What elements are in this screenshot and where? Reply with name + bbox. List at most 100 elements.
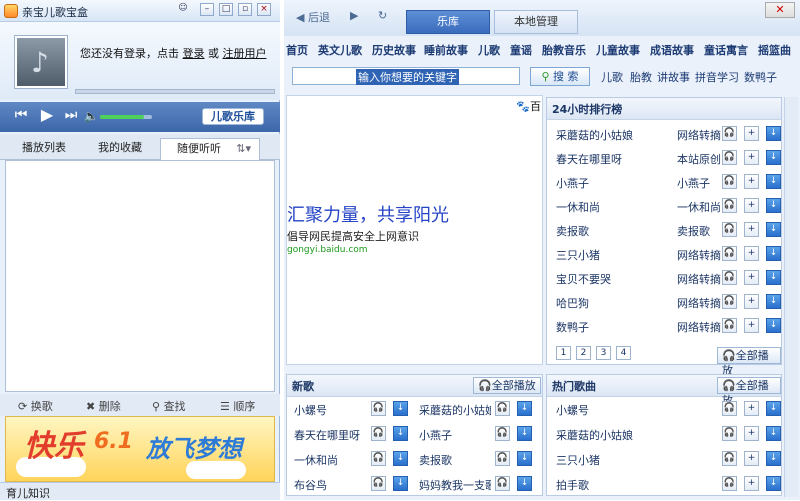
quick-link[interactable]: 讲故事 (657, 69, 690, 85)
download-icon[interactable]: ↓ (393, 426, 408, 441)
page-button[interactable]: 3 (596, 346, 611, 360)
listen-icon[interactable]: 🎧 (371, 476, 386, 491)
song-title[interactable]: 小螺号 (556, 402, 589, 418)
download-icon[interactable]: ↓ (766, 318, 781, 333)
quick-link[interactable]: 胎教 (630, 69, 652, 85)
category-item[interactable]: 儿童故事 (596, 42, 640, 58)
register-link[interactable]: 注册用户 (223, 47, 267, 60)
song-title[interactable]: 采蘑菇的小姑娘 (419, 402, 491, 418)
add-icon[interactable]: + (744, 426, 759, 441)
download-icon[interactable]: ↓ (393, 451, 408, 466)
maximize-button[interactable]: □ (219, 3, 233, 16)
listen-icon[interactable]: 🎧 (495, 451, 510, 466)
song-title[interactable]: 卖报歌 (419, 452, 491, 468)
minimize-button[interactable]: – (200, 3, 214, 16)
close-icon[interactable]: × (257, 3, 271, 16)
listen-icon[interactable]: 🎧 (722, 222, 737, 237)
song-title[interactable]: 三只小猪 (556, 452, 600, 468)
add-icon[interactable]: + (744, 246, 759, 261)
quick-link[interactable]: 拼音学习 (695, 69, 739, 85)
listen-icon[interactable]: 🎧 (722, 270, 737, 285)
download-icon[interactable]: ↓ (766, 246, 781, 261)
listen-icon[interactable]: 🎧 (722, 426, 737, 441)
forward-icon[interactable]: ▶ (350, 9, 358, 22)
tab-random[interactable]: 随便听听 ⇅▾ (160, 138, 260, 160)
song-title[interactable]: 哈巴狗 (556, 295, 589, 311)
tab-local-manage[interactable]: 本地管理 (494, 10, 578, 34)
volume-slider[interactable] (100, 115, 152, 119)
quick-link[interactable]: 数鸭子 (744, 69, 777, 85)
back-button[interactable]: ◀ 后退 (296, 9, 330, 25)
listen-icon[interactable]: 🎧 (495, 476, 510, 491)
listen-icon[interactable]: 🎧 (722, 126, 737, 141)
listen-icon[interactable]: 🎧 (722, 476, 737, 491)
add-icon[interactable]: + (744, 198, 759, 213)
page-button[interactable]: 2 (576, 346, 591, 360)
song-title[interactable]: 数鸭子 (556, 319, 589, 335)
add-icon[interactable]: + (744, 126, 759, 141)
song-title[interactable]: 采蘑菇的小姑娘 (556, 127, 633, 143)
listen-icon[interactable]: 🎧 (722, 451, 737, 466)
listen-icon[interactable]: 🎧 (722, 246, 737, 261)
download-icon[interactable]: ↓ (517, 451, 532, 466)
listen-icon[interactable]: 🎧 (371, 451, 386, 466)
listen-icon[interactable]: 🎧 (722, 174, 737, 189)
song-title[interactable]: 卖报歌 (556, 223, 589, 239)
refresh-icon[interactable]: ↻ (378, 9, 387, 22)
category-item[interactable]: 童谣 (510, 42, 532, 58)
delete-button[interactable]: ✖ 删除 (86, 398, 121, 414)
listen-icon[interactable]: 🎧 (722, 401, 737, 416)
erge-library-button[interactable]: 儿歌乐库 (202, 108, 264, 125)
song-title[interactable]: 宝贝不要哭 (556, 271, 611, 287)
song-list[interactable] (5, 160, 275, 392)
skin-icon[interactable]: ☺ (176, 3, 190, 16)
song-title[interactable]: 拍手歌 (556, 477, 589, 493)
download-icon[interactable]: ↓ (393, 401, 408, 416)
category-item[interactable]: 成语故事 (650, 42, 694, 58)
add-icon[interactable]: + (744, 222, 759, 237)
add-icon[interactable]: + (744, 318, 759, 333)
login-link[interactable]: 登录 (183, 47, 205, 60)
add-icon[interactable]: + (744, 401, 759, 416)
listen-icon[interactable]: 🎧 (722, 198, 737, 213)
download-icon[interactable]: ↓ (766, 270, 781, 285)
tab-library[interactable]: 乐库 (406, 10, 490, 34)
shuffle-dropdown-icon[interactable]: ⇅▾ (236, 139, 251, 159)
tab-favorites[interactable]: 我的收藏 (84, 138, 156, 160)
volume-icon[interactable]: 🔈 (82, 109, 100, 123)
status-bar[interactable]: 育儿知识 (0, 482, 280, 500)
listen-icon[interactable]: 🎧 (722, 294, 737, 309)
category-item[interactable]: 胎教音乐 (542, 42, 586, 58)
download-icon[interactable]: ↓ (766, 401, 781, 416)
ranking-play-all-button[interactable]: 🎧全部播放 (717, 347, 781, 377)
hot-songs-play-all-button[interactable]: 🎧全部播放 (717, 377, 781, 407)
download-icon[interactable]: ↓ (393, 476, 408, 491)
download-icon[interactable]: ↓ (766, 174, 781, 189)
download-icon[interactable]: ↓ (517, 401, 532, 416)
restore-button[interactable]: ▫ (238, 3, 252, 16)
category-item[interactable]: 睡前故事 (424, 42, 468, 58)
ad-url[interactable]: gongyi.baidu.com (287, 245, 368, 255)
add-icon[interactable]: + (744, 451, 759, 466)
add-icon[interactable]: + (744, 270, 759, 285)
song-title[interactable]: 一休和尚 (556, 199, 600, 215)
category-item[interactable]: 童话寓言 (704, 42, 748, 58)
next-icon[interactable]: ⏭ (62, 107, 80, 123)
vertical-scrollbar[interactable] (784, 97, 798, 497)
category-item[interactable]: 儿歌 (478, 42, 500, 58)
listen-icon[interactable]: 🎧 (495, 426, 510, 441)
download-icon[interactable]: ↓ (766, 426, 781, 441)
order-button[interactable]: ☰ 顺序 (220, 398, 255, 414)
song-title[interactable]: 采蘑菇的小姑娘 (556, 427, 633, 443)
song-title[interactable]: 小燕子 (556, 175, 589, 191)
song-title[interactable]: 妈妈教我一支歌 (419, 477, 491, 493)
page-button[interactable]: 4 (616, 346, 631, 360)
new-songs-play-all-button[interactable]: 🎧全部播放 (473, 377, 541, 394)
add-icon[interactable]: + (744, 174, 759, 189)
download-icon[interactable]: ↓ (766, 150, 781, 165)
listen-icon[interactable]: 🎧 (722, 150, 737, 165)
listen-icon[interactable]: 🎧 (371, 401, 386, 416)
download-icon[interactable]: ↓ (517, 426, 532, 441)
download-icon[interactable]: ↓ (766, 198, 781, 213)
song-title[interactable]: 春天在哪里呀 (294, 427, 360, 443)
